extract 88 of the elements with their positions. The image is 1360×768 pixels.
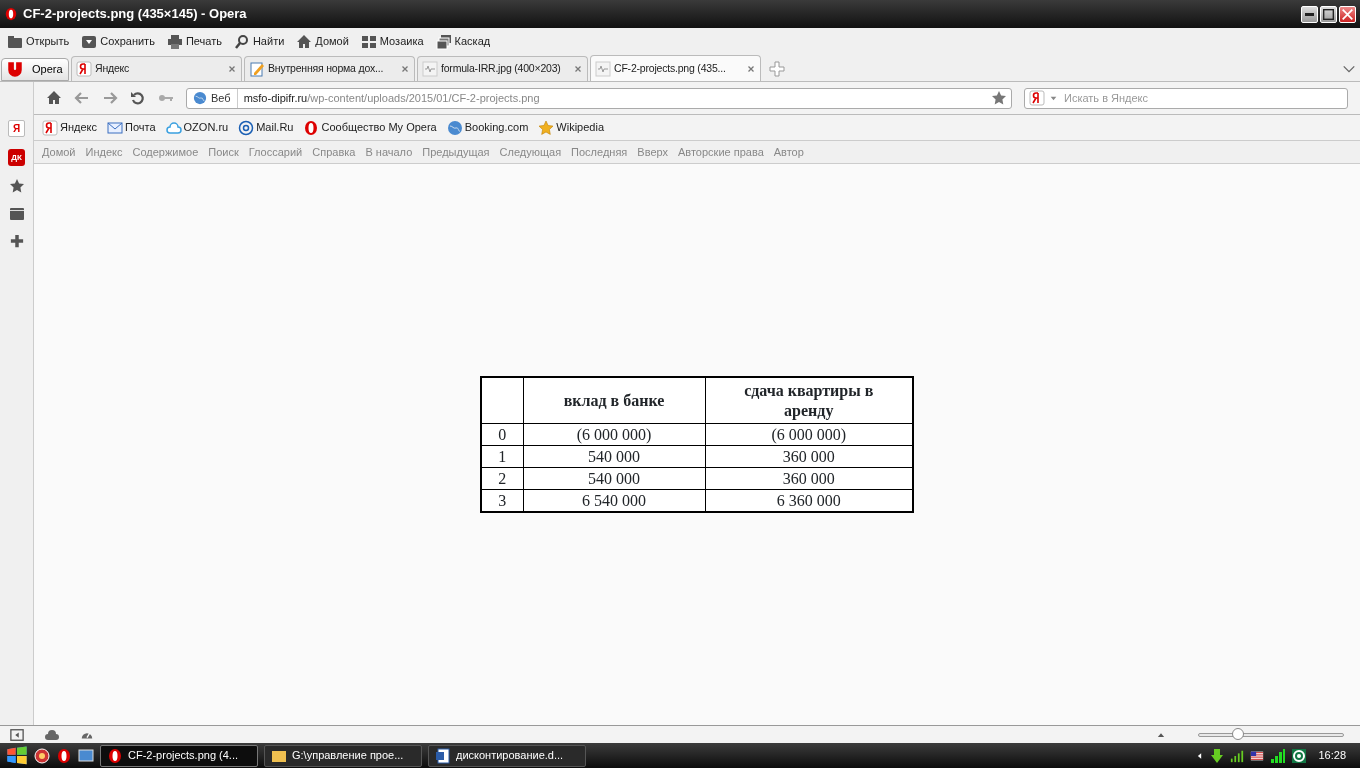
image-icon	[595, 60, 611, 77]
search-icon	[233, 33, 250, 50]
toolbar-button[interactable]: Каскад	[435, 33, 491, 50]
bookmark-link[interactable]: Яндекс	[42, 119, 97, 136]
forward-icon[interactable]	[102, 90, 118, 106]
start-button[interactable]	[6, 744, 28, 767]
bookmark-link[interactable]: OZON.ru	[165, 119, 229, 136]
letter-logo-icon	[76, 61, 92, 77]
table-cell: 1	[481, 445, 523, 468]
add-icon[interactable]	[9, 234, 24, 248]
globe-icon	[446, 119, 463, 136]
cloud-icon	[165, 119, 182, 136]
panel-icon[interactable]	[8, 206, 25, 222]
document-icon	[249, 61, 265, 77]
grid-icon	[360, 33, 377, 50]
toolbar-button[interactable]: Открыть	[7, 33, 70, 50]
close-icon[interactable]	[400, 64, 410, 74]
opera-menu-button[interactable]: Opera	[1, 58, 69, 81]
slider-thumb[interactable]	[1231, 727, 1244, 740]
table-cell: 0	[481, 423, 523, 446]
signal-icon[interactable]	[1270, 746, 1287, 765]
toolbar-button[interactable]: Сохранить	[81, 33, 155, 50]
close-icon	[1342, 8, 1353, 20]
bookmark-link[interactable]: Почта	[107, 119, 156, 136]
search-box[interactable]: Искать в Яндекс	[1024, 87, 1348, 109]
opera-logo-icon[interactable]	[56, 747, 72, 764]
table-cell: 540 000	[523, 445, 705, 468]
quick-launch-icon[interactable]	[34, 747, 50, 764]
table-cell: 540 000	[523, 467, 705, 490]
taskbar-button[interactable]: G:\управление прое...	[264, 744, 422, 767]
letter-logo-icon	[42, 119, 58, 136]
taskbar-button[interactable]: CF-2-projects.png (4...	[100, 744, 258, 767]
desktop-icon[interactable]	[78, 747, 94, 764]
browser-tab[interactable]: formula-IRR.jpg (400×203)	[417, 56, 588, 81]
table-cell: 2	[481, 467, 523, 490]
bookmark-link[interactable]: Booking.com	[446, 119, 529, 136]
close-button[interactable]	[1339, 5, 1356, 23]
toolbar-button[interactable]: Мозаика	[360, 33, 424, 50]
star-icon	[538, 119, 555, 136]
close-icon[interactable]	[746, 63, 756, 74]
bookmark-link[interactable]: Сообщество My Opera	[303, 119, 437, 136]
circle-icon[interactable]	[1291, 747, 1308, 764]
search-field[interactable]: Искать в Яндекс	[1062, 88, 1347, 108]
envelope-icon	[107, 119, 123, 136]
home-icon[interactable]	[46, 90, 62, 106]
bookmark-star-icon[interactable]	[991, 90, 1007, 106]
minimize-icon	[1305, 12, 1314, 16]
download-icon	[81, 33, 98, 50]
address-field[interactable]: Веб msfo-dipifr.ru/wp-content/uploads/2015/01/CF-2-projects.png	[186, 87, 1012, 109]
browser-tab[interactable]: Яндекс	[71, 56, 242, 81]
word-document-icon	[435, 747, 451, 764]
download-icon[interactable]	[1209, 747, 1226, 764]
panel-button[interactable]: ДК	[8, 149, 25, 166]
toolbar-button[interactable]: Домой	[296, 33, 349, 50]
toolbar-button[interactable]: Найти	[233, 33, 285, 50]
back-icon[interactable]	[74, 90, 90, 106]
window-title: CF-2-projects.png (435×145) - Opera	[23, 5, 247, 24]
minimize-button[interactable]	[1301, 5, 1318, 23]
star-icon[interactable]	[8, 178, 25, 194]
column-header: вклад в банке	[523, 377, 705, 424]
signal-icon[interactable]	[1230, 748, 1245, 763]
letter-logo-icon	[1029, 90, 1045, 106]
close-icon[interactable]	[227, 64, 237, 74]
close-icon[interactable]	[573, 64, 583, 74]
maximize-button[interactable]	[1320, 5, 1337, 23]
opera-logo-icon	[303, 119, 320, 136]
bookmark-link[interactable]: Wikipedia	[538, 119, 604, 136]
printer-icon	[166, 33, 183, 50]
clock: 16:28	[1318, 748, 1346, 764]
maximize-icon	[1323, 8, 1334, 20]
browser-tab[interactable]: CF-2-projects.png (435...	[590, 55, 761, 81]
scope-label[interactable]: Веб	[211, 89, 231, 107]
home-icon	[296, 33, 313, 50]
taskbar-button[interactable]: дисконтирование.d...	[428, 744, 586, 767]
table-cell: (6 000 000)	[523, 423, 705, 446]
browser-tab[interactable]: Внутренняя норма дох...	[244, 56, 415, 81]
panel-toggle-icon[interactable]	[10, 727, 24, 742]
panel-button[interactable]: Я	[8, 120, 25, 137]
image-icon	[422, 61, 438, 77]
toolbar-button[interactable]: Печать	[166, 33, 222, 50]
windows-icon	[435, 33, 452, 50]
url-text[interactable]: msfo-dipifr.ru/wp-content/uploads/2015/01/CF-2-projects.png	[237, 89, 991, 107]
folder-icon	[7, 33, 23, 50]
opera-logo-icon	[4, 7, 18, 21]
opera-logo-icon	[107, 747, 123, 764]
reload-icon[interactable]	[130, 90, 146, 106]
bookmark-link[interactable]: Mail.Ru	[238, 119, 294, 136]
globe-icon	[193, 91, 207, 105]
